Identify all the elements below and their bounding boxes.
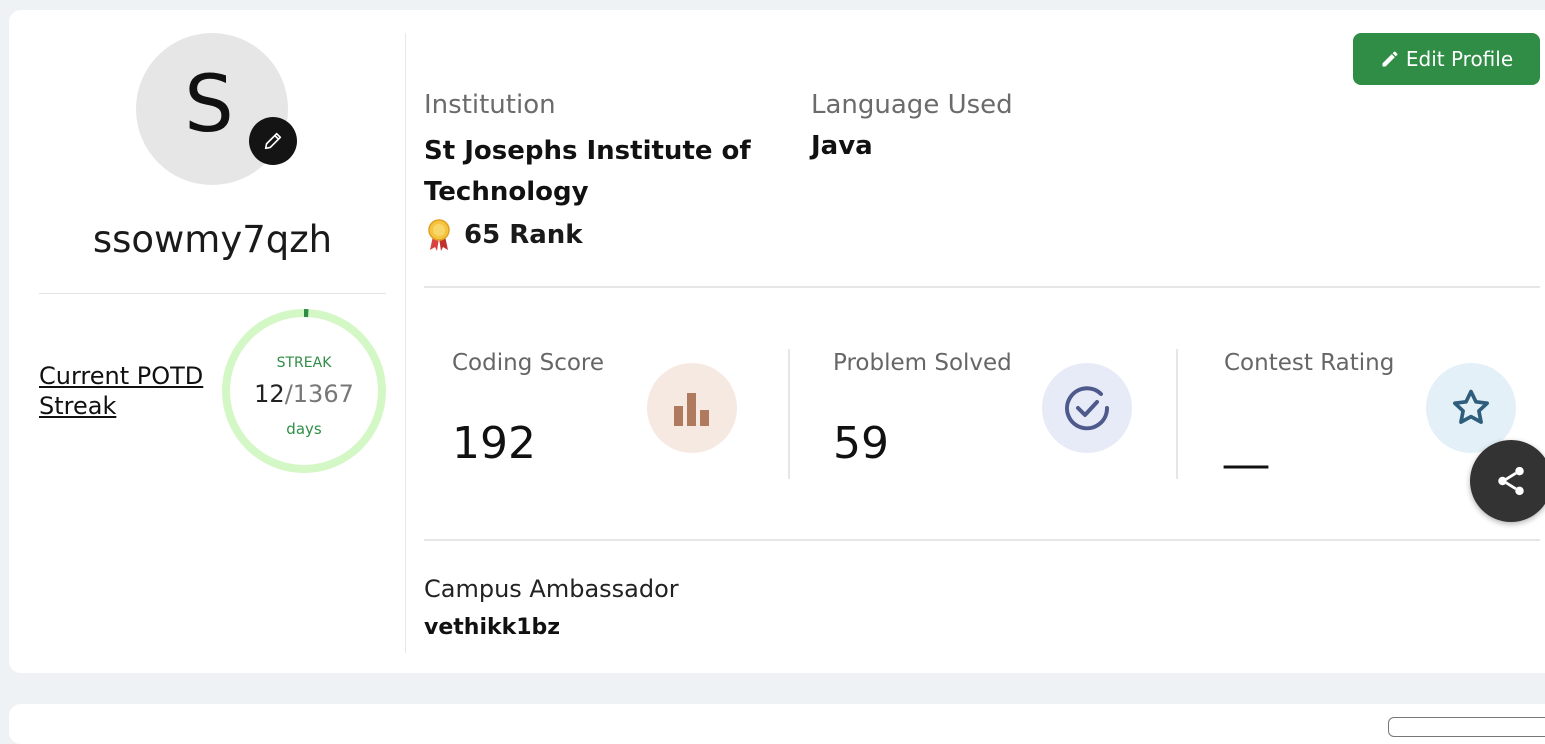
divider <box>424 286 1540 288</box>
divider <box>39 293 386 294</box>
username: ssowmy7qzh <box>92 218 333 261</box>
potd-streak-link[interactable]: Current POTD Streak <box>39 361 219 421</box>
bar-chart-icon <box>674 393 709 426</box>
language-value: Java <box>811 131 873 161</box>
problem-solved-label: Problem Solved <box>833 350 1012 376</box>
pencil-icon <box>264 132 282 150</box>
stat-divider <box>1176 349 1178 479</box>
problem-solved-value: 59 <box>833 418 889 469</box>
language-label: Language Used <box>811 90 1013 120</box>
rank-text: 65 Rank <box>464 220 583 250</box>
streak-label: STREAK <box>276 355 332 371</box>
contest-rating-label: Contest Rating <box>1224 350 1395 376</box>
institution-label: Institution <box>424 90 556 120</box>
edit-profile-button[interactable]: Edit Profile <box>1353 33 1540 85</box>
avatar-edit-button[interactable] <box>249 117 297 165</box>
problem-solved-icon-wrap <box>1042 363 1132 453</box>
edit-profile-label: Edit Profile <box>1405 47 1514 71</box>
contest-rating-icon-wrap <box>1426 363 1516 453</box>
share-button[interactable] <box>1470 440 1545 522</box>
streak-unit: days <box>286 420 322 438</box>
star-icon <box>1453 389 1489 424</box>
rank: 65 Rank <box>424 218 583 252</box>
pencil-icon <box>1382 51 1398 67</box>
check-circle-icon <box>1065 386 1110 431</box>
coding-score-value: 192 <box>452 418 536 469</box>
avatar-letter: S <box>184 60 234 150</box>
campus-ambassador-value: vethikk1bz <box>424 615 561 640</box>
contest-rating-value: __ <box>1224 418 1268 469</box>
medal-icon <box>428 219 450 251</box>
coding-score-icon-wrap <box>647 363 737 453</box>
institution-value: St Josephs Institute of Technology <box>424 136 751 207</box>
coding-score-label: Coding Score <box>452 350 605 376</box>
divider <box>424 539 1540 541</box>
stat-divider <box>788 349 790 479</box>
campus-ambassador-label: Campus Ambassador <box>424 575 679 603</box>
secondary-card <box>9 704 1545 744</box>
streak-total: /1367 <box>284 380 354 408</box>
column-divider <box>405 33 406 653</box>
share-icon <box>1498 466 1524 496</box>
secondary-card-control[interactable] <box>1388 717 1545 737</box>
streak-current: 12 <box>254 380 285 408</box>
streak-value: 12/1367 <box>221 380 387 408</box>
